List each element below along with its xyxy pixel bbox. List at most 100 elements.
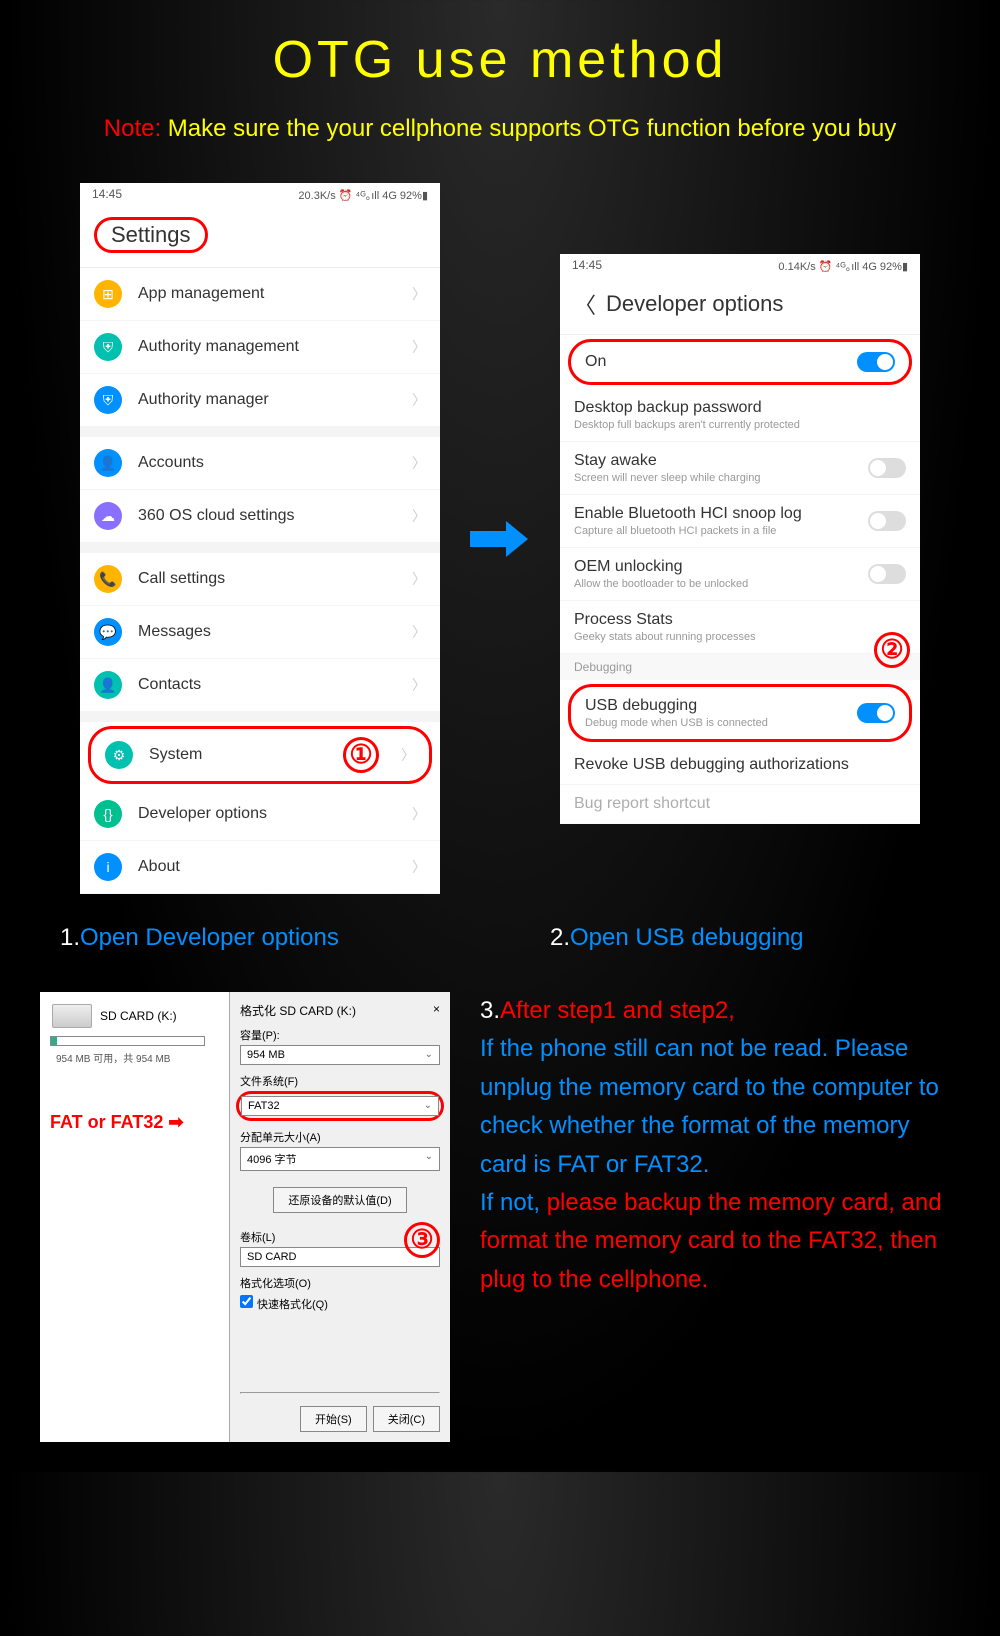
about-item[interactable]: i About 〉	[80, 841, 440, 894]
start-button[interactable]: 开始(S)	[300, 1406, 367, 1432]
desktop-backup-sub: Desktop full backups aren't currently pr…	[574, 419, 906, 431]
cap1-num: 1.	[60, 924, 80, 951]
arrow-right-icon	[470, 519, 530, 559]
quick-format-label: 快速格式化(Q)	[257, 1299, 328, 1311]
bug-report-label: Bug report shortcut	[574, 795, 906, 813]
settings-header: Settings	[80, 207, 440, 268]
cloud-settings-item[interactable]: ☁ 360 OS cloud settings 〉	[80, 490, 440, 543]
status-bar: 14:45 0.14K/s ⏰ ⁴ᴳ｡ıll 4G 92%▮	[560, 254, 920, 278]
contacts-label: Contacts	[138, 676, 412, 694]
settings-title-highlight: Settings	[94, 217, 208, 253]
app-management-icon: ⊞	[94, 280, 122, 308]
chevron-right-icon: 〉	[412, 804, 426, 824]
bt-snoop-label: Enable Bluetooth HCI snoop log	[574, 505, 868, 523]
caption-2: 2.Open USB debugging	[550, 924, 940, 952]
chevron-right-icon: 〉	[412, 506, 426, 526]
process-stats-item[interactable]: Process StatsGeeky stats about running p…	[560, 601, 920, 654]
note: Note: Make sure the your cellphone suppo…	[30, 115, 970, 143]
call-settings-label: Call settings	[138, 570, 412, 588]
time: 14:45	[92, 187, 122, 203]
on-toggle[interactable]	[857, 352, 895, 372]
step3-num: 3.	[480, 997, 500, 1024]
authority-manager-icon: ⛨	[94, 386, 122, 414]
chevron-right-icon: 〉	[412, 284, 426, 304]
authority-manager-item[interactable]: ⛨ Authority manager 〉	[80, 374, 440, 427]
dev-on-item[interactable]: On	[571, 342, 909, 382]
quick-format-checkbox[interactable]: 快速格式化(Q)	[240, 1295, 440, 1312]
gear-icon: ⚙	[105, 741, 133, 769]
usb-debugging-item[interactable]: USB debugging Debug mode when USB is con…	[571, 687, 909, 739]
status-icons: 20.3K/s ⏰ ⁴ᴳ｡ıll 4G 92%▮	[298, 187, 428, 203]
messages-item[interactable]: 💬 Messages 〉	[80, 606, 440, 659]
accounts-icon: 👤	[94, 449, 122, 477]
phone-settings: 14:45 20.3K/s ⏰ ⁴ᴳ｡ıll 4G 92%▮ Settings …	[80, 183, 440, 894]
caption-1: 1.Open Developer options	[60, 924, 450, 952]
chevron-right-icon: 〉	[412, 675, 426, 695]
chevron-right-icon: 〉	[412, 857, 426, 877]
alloc-select[interactable]: 4096 字节⌄	[240, 1147, 440, 1171]
authority-management-item[interactable]: ⛨ Authority management 〉	[80, 321, 440, 374]
debugging-section: Debugging ②	[560, 654, 920, 680]
stay-awake-label: Stay awake	[574, 452, 868, 470]
volume-value: SD CARD	[247, 1251, 297, 1263]
close-button[interactable]: 关闭(C)	[373, 1406, 440, 1432]
capacity-value: 954 MB	[247, 1049, 285, 1061]
bt-snoop-item[interactable]: Enable Bluetooth HCI snoop log Capture al…	[560, 495, 920, 548]
section-gap	[80, 427, 440, 437]
back-icon[interactable]: 〈	[574, 288, 596, 320]
usb-label: USB debugging	[585, 697, 857, 715]
app-management-item[interactable]: ⊞ App management 〉	[80, 268, 440, 321]
usb-debugging-highlight: USB debugging Debug mode when USB is con…	[568, 684, 912, 742]
alloc-label: 分配单元大小(A)	[240, 1129, 440, 1145]
desktop-backup-item[interactable]: Desktop backup password Desktop full back…	[560, 389, 920, 442]
bt-snoop-toggle[interactable]	[868, 511, 906, 531]
usb-sub: Debug mode when USB is connected	[585, 717, 857, 729]
chevron-down-icon: ⌄	[424, 1100, 432, 1112]
badge-1: ①	[343, 737, 379, 773]
call-settings-item[interactable]: 📞 Call settings 〉	[80, 553, 440, 606]
close-icon[interactable]: ×	[433, 1002, 440, 1019]
call-settings-icon: 📞	[94, 565, 122, 593]
chevron-right-icon: 〉	[412, 337, 426, 357]
contacts-item[interactable]: 👤 Contacts 〉	[80, 659, 440, 712]
chevron-down-icon: ⌄	[425, 1049, 433, 1061]
status-icons: 0.14K/s ⏰ ⁴ᴳ｡ıll 4G 92%▮	[778, 258, 908, 274]
stay-awake-toggle[interactable]	[868, 458, 906, 478]
system-item[interactable]: ⚙ System ① 〉	[91, 729, 429, 781]
accounts-item[interactable]: 👤 Accounts 〉	[80, 437, 440, 490]
about-label: About	[138, 858, 412, 876]
step3-p2: If the phone still can not be read. Plea…	[480, 1035, 939, 1177]
process-stats-label: Process Stats	[574, 611, 906, 629]
restore-defaults-button[interactable]: 还原设备的默认值(D)	[273, 1187, 406, 1213]
oem-unlock-toggle[interactable]	[868, 564, 906, 584]
badge-3: ③	[404, 1222, 440, 1258]
bt-snoop-sub: Capture all bluetooth HCI packets in a f…	[574, 525, 868, 537]
contacts-icon: 👤	[94, 671, 122, 699]
format-dialog-wrapper: SD CARD (K:) 954 MB 可用，共 954 MB 格式化 SD C…	[40, 992, 450, 1442]
authority-management-icon: ⛨	[94, 333, 122, 361]
desktop-backup-label: Desktop backup password	[574, 399, 906, 417]
cap2-num: 2.	[550, 924, 570, 951]
usb-toggle[interactable]	[857, 703, 895, 723]
note-text: Make sure the your cellphone supports OT…	[161, 115, 896, 142]
bug-report-item[interactable]: Bug report shortcut	[560, 785, 920, 824]
revoke-usb-label: Revoke USB debugging authorizations	[574, 756, 906, 774]
oem-unlock-item[interactable]: OEM unlockingAllow the bootloader to be …	[560, 548, 920, 601]
on-highlight: On	[568, 339, 912, 385]
capacity-select[interactable]: 954 MB ⌄	[240, 1045, 440, 1065]
messages-label: Messages	[138, 623, 412, 641]
cap1-txt: Open Developer options	[80, 924, 339, 951]
explorer-pane: SD CARD (K:) 954 MB 可用，共 954 MB	[40, 992, 230, 1442]
stay-awake-item[interactable]: Stay awakeScreen will never sleep while …	[560, 442, 920, 495]
revoke-usb-item[interactable]: Revoke USB debugging authorizations	[560, 746, 920, 785]
drive-entry[interactable]: SD CARD (K:)	[48, 1000, 221, 1032]
filesystem-select[interactable]: FAT32⌄	[241, 1096, 439, 1116]
page-title: OTG use method	[30, 30, 970, 90]
cloud-settings-label: 360 OS cloud settings	[138, 507, 412, 525]
app-management-label: App management	[138, 285, 412, 303]
developer-options-label: Developer options	[138, 805, 412, 823]
authority-management-label: Authority management	[138, 338, 412, 356]
developer-options-item[interactable]: {} Developer options 〉	[80, 788, 440, 841]
messages-icon: 💬	[94, 618, 122, 646]
authority-manager-label: Authority manager	[138, 391, 412, 409]
